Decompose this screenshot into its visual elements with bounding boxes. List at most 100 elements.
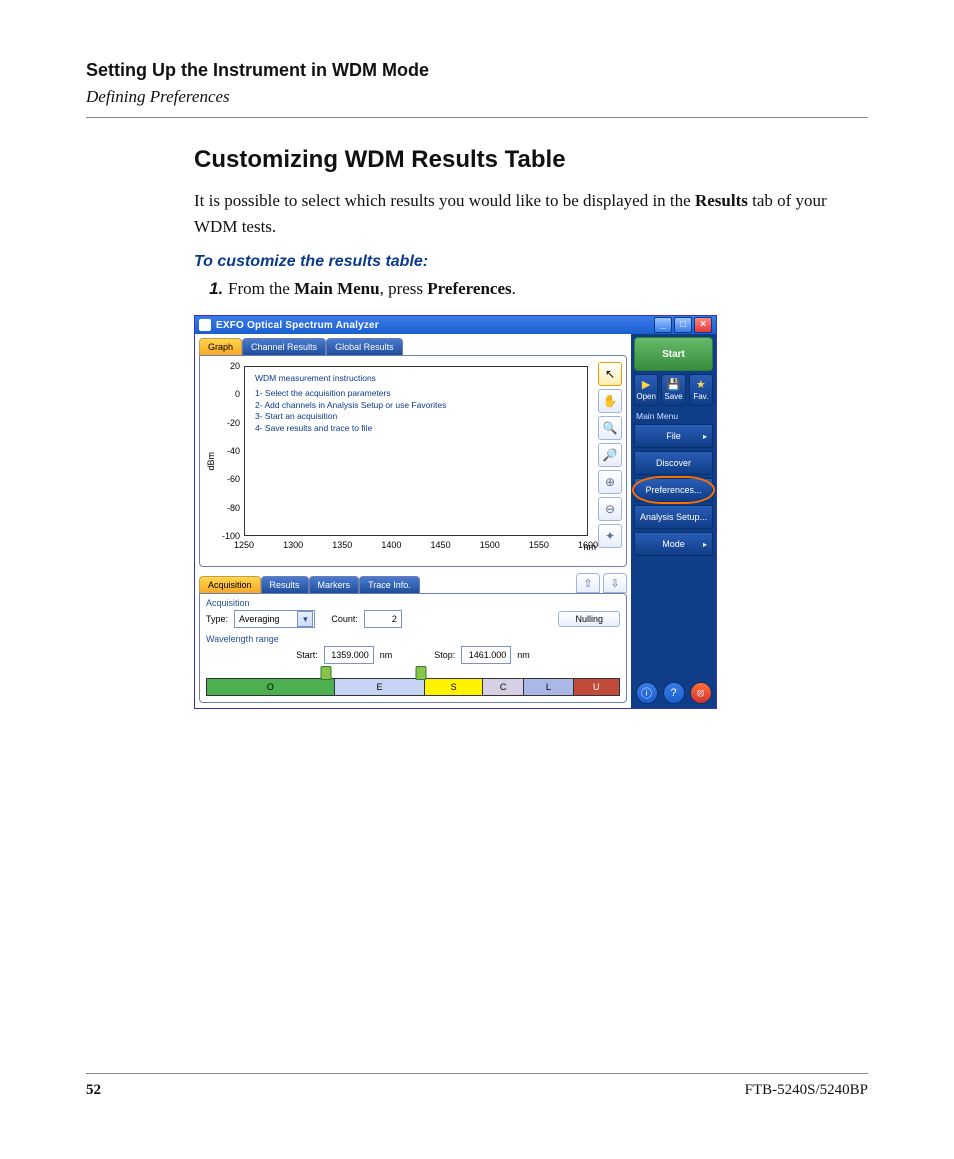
chart-ytick: -60 (227, 474, 240, 484)
chart-ytick: 20 (230, 361, 240, 371)
window-maximize-button[interactable]: □ (674, 317, 692, 333)
tool-zoom-in-icon[interactable]: ⊕ (598, 470, 622, 494)
info-button[interactable]: ⓘ (636, 682, 658, 704)
favorites-button[interactable]: ★Fav. (689, 374, 713, 406)
tab-markers[interactable]: Markers (309, 576, 360, 593)
stop-label: Stop: (434, 650, 455, 660)
chart-xtick: 1350 (332, 540, 352, 550)
subsection-title: Defining Preferences (86, 87, 868, 107)
acquisition-panel: Acquisition Type: Averaging ▾ Count: 2 N… (199, 593, 627, 703)
wavelength-band: S (425, 679, 483, 695)
tool-fit-icon[interactable]: ✦ (598, 524, 622, 548)
start-input[interactable]: 1359.000 (324, 646, 374, 664)
menu-analysis-setup[interactable]: Analysis Setup... (634, 505, 713, 529)
tab-channel-results[interactable]: Channel Results (242, 338, 326, 355)
start-button[interactable]: Start (634, 337, 713, 371)
chart-ytick: 0 (235, 389, 240, 399)
tab-acquisition[interactable]: Acquisition (199, 576, 261, 593)
tab-results[interactable]: Results (261, 576, 309, 593)
wavelength-band-bar: OESCLU (206, 678, 620, 696)
tab-graph[interactable]: Graph (199, 338, 242, 355)
folder-open-icon: ▶ (642, 380, 650, 391)
header-rule (86, 117, 868, 118)
open-button[interactable]: ▶Open (634, 374, 658, 406)
window-titlebar[interactable]: EXFO Optical Spectrum Analyzer _ □ × (195, 316, 716, 334)
chevron-right-icon: ▸ (703, 540, 707, 549)
menu-file[interactable]: File ▸ (634, 424, 713, 448)
menu-mode-label: Mode (662, 539, 685, 549)
tab-global-results[interactable]: Global Results (326, 338, 403, 355)
chevron-down-icon: ▾ (297, 611, 313, 627)
app-screenshot: EXFO Optical Spectrum Analyzer _ □ × Gra… (194, 315, 717, 709)
chart-instructions: WDM measurement instructions 1- Select t… (255, 373, 446, 434)
menu-discover[interactable]: Discover (634, 451, 713, 475)
window-close-button[interactable]: × (694, 317, 712, 333)
panel-collapse-down-button[interactable]: ⇩ (603, 573, 627, 593)
chart-plot-area[interactable]: WDM measurement instructions 1- Select t… (244, 366, 588, 536)
app-icon (199, 319, 211, 331)
side-panel: Start ▶Open 💾Save ★Fav. Main Menu File▸ … (631, 334, 716, 708)
chart-xtick: 1550 (529, 540, 549, 550)
slider-handle-start[interactable] (321, 666, 332, 680)
tool-zoom-in-area-icon[interactable]: 🔍 (598, 416, 622, 440)
tool-hand-icon[interactable]: ✋ (598, 389, 622, 413)
intro-text-a: It is possible to select which results y… (194, 191, 695, 210)
help-button[interactable]: ? (663, 682, 685, 704)
chart-ytick: -80 (227, 503, 240, 513)
chart-x-unit: nm (583, 542, 596, 552)
top-tabs: Graph Channel Results Global Results (195, 334, 631, 355)
window-minimize-button[interactable]: _ (654, 317, 672, 333)
main-menu-heading: Main Menu (634, 409, 713, 421)
acquisition-legend: Acquisition (206, 598, 620, 608)
wavelength-band: E (335, 679, 426, 695)
chart-xtick: 1450 (431, 540, 451, 550)
wavelength-band: C (483, 679, 524, 695)
menu-discover-label: Discover (656, 458, 691, 468)
step1-e: . (512, 279, 516, 298)
wavelength-band: L (524, 679, 573, 695)
intro-bold: Results (695, 191, 748, 210)
step1-c: , press (380, 279, 428, 298)
save-button[interactable]: 💾Save (661, 374, 685, 406)
chart-ytick: -20 (227, 418, 240, 428)
menu-preferences[interactable]: Preferences... (634, 478, 713, 502)
chart-panel: dBm 200-20-40-60-80-100 WDM measurement … (199, 355, 627, 567)
exit-button[interactable]: ⦻ (690, 682, 712, 704)
type-label: Type: (206, 614, 228, 624)
step1-b: Main Menu (294, 279, 379, 298)
star-icon: ★ (696, 380, 706, 391)
wavelength-legend: Wavelength range (206, 634, 620, 644)
page-footer: 52 FTB-5240S/5240BP (86, 1073, 868, 1099)
step1-d: Preferences (427, 279, 511, 298)
chart-ylabel: dBm (206, 452, 216, 471)
chapter-title: Setting Up the Instrument in WDM Mode (86, 60, 868, 81)
tool-zoom-out-area-icon[interactable]: 🔎 (598, 443, 622, 467)
instr-line: 4- Save results and trace to file (255, 423, 446, 434)
wavelength-band: U (574, 679, 619, 695)
nulling-button[interactable]: Nulling (558, 611, 620, 627)
wavelength-slider[interactable] (206, 668, 620, 678)
task-heading: To customize the results table: (194, 253, 868, 271)
chart-toolbar: ↖ ✋ 🔍 🔎 ⊕ ⊖ ✦ (598, 362, 620, 560)
stop-input[interactable]: 1461.000 (461, 646, 511, 664)
chart-xtick: 1300 (283, 540, 303, 550)
panel-collapse-up-button[interactable]: ⇧ (576, 573, 600, 593)
menu-preferences-label: Preferences... (645, 485, 701, 495)
chevron-right-icon: ▸ (703, 432, 707, 441)
open-label: Open (636, 392, 656, 401)
save-label: Save (664, 392, 682, 401)
tool-zoom-out-icon[interactable]: ⊖ (598, 497, 622, 521)
section-heading: Customizing WDM Results Table (194, 146, 868, 174)
slider-handle-stop[interactable] (416, 666, 427, 680)
tab-trace-info[interactable]: Trace Info. (359, 576, 420, 593)
product-model: FTB-5240S/5240BP (745, 1082, 868, 1099)
tool-pointer-icon[interactable]: ↖ (598, 362, 622, 386)
chart-ytick: -40 (227, 446, 240, 456)
wavelength-band: O (207, 679, 335, 695)
count-input[interactable]: 2 (364, 610, 402, 628)
start-label: Start: (296, 650, 318, 660)
type-select[interactable]: Averaging ▾ (234, 610, 315, 628)
menu-mode[interactable]: Mode ▸ (634, 532, 713, 556)
menu-file-label: File (666, 431, 681, 441)
instr-line: 1- Select the acquisition parameters (255, 388, 446, 399)
